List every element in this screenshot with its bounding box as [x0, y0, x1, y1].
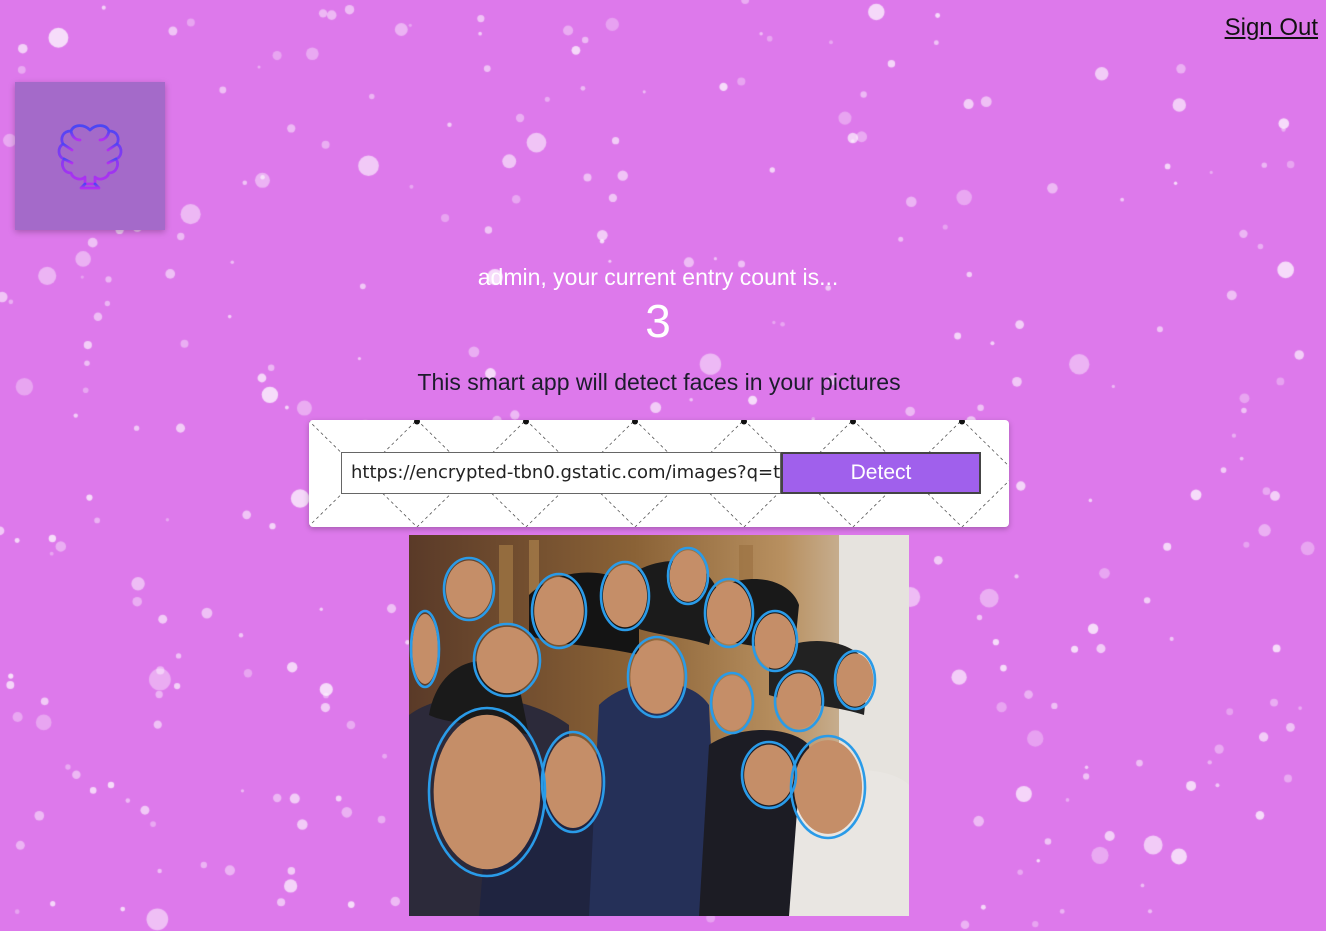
face-detection-image [409, 535, 909, 916]
face [669, 550, 707, 602]
detect-button[interactable]: Detect [781, 452, 981, 494]
face [754, 613, 796, 669]
image-link-form: https://encrypted-tbn0.gstatic.com/image… [309, 420, 1009, 527]
entry-greeting: admin, your current entry count is... [477, 264, 839, 290]
face [706, 581, 752, 645]
face [712, 675, 752, 731]
face [776, 673, 822, 729]
sign-out-link[interactable]: Sign Out [1225, 14, 1318, 42]
form-pattern-peg [959, 420, 965, 425]
form-pattern-peg [523, 420, 529, 425]
face [602, 564, 648, 628]
face [630, 640, 684, 714]
logo[interactable] [15, 82, 165, 230]
face [836, 653, 874, 707]
entry-count: 3 [645, 295, 671, 347]
brain-icon [57, 124, 123, 190]
form-pattern-peg [850, 420, 856, 425]
face [534, 576, 584, 646]
face [412, 614, 438, 684]
face [544, 736, 602, 828]
face [793, 740, 863, 834]
image-url-input[interactable]: https://encrypted-tbn0.gstatic.com/image… [341, 452, 781, 494]
form-pattern-peg [632, 420, 638, 425]
face [433, 714, 541, 870]
form-pattern-peg [414, 420, 420, 425]
form-pattern-peg [741, 420, 747, 425]
face [476, 626, 538, 694]
app-description: This smart app will detect faces in your… [417, 369, 901, 395]
face [744, 744, 794, 806]
face [446, 560, 492, 618]
